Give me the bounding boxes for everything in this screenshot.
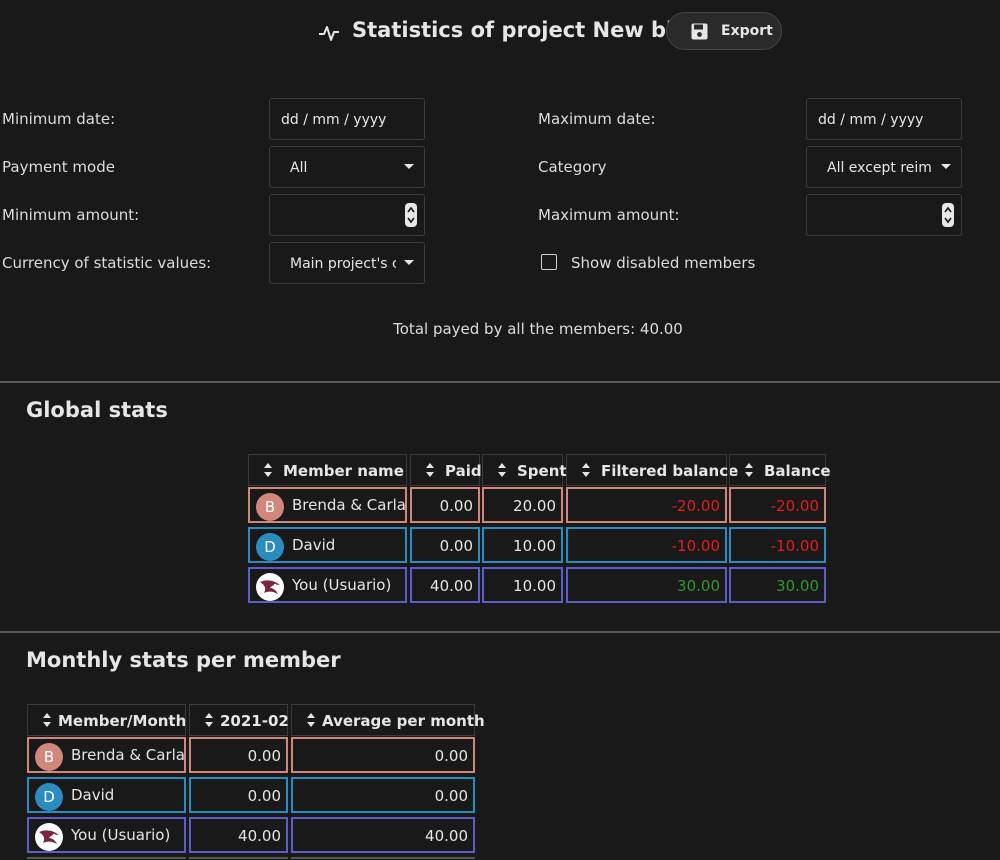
filtered-balance-cell: 30.00 xyxy=(566,567,727,603)
chevron-down-icon xyxy=(404,260,414,265)
average-cell: 0.00 xyxy=(291,737,475,773)
col-filtered-balance[interactable]: Filtered balance xyxy=(566,454,738,486)
member-name: You (Usuario) xyxy=(292,576,392,594)
member-name: You (Usuario) xyxy=(71,826,171,844)
sort-icon xyxy=(43,713,51,727)
col-label: Spent xyxy=(517,462,567,480)
col-label: Balance xyxy=(764,462,831,480)
spent-cell: 10.00 xyxy=(482,527,563,563)
sort-icon xyxy=(264,463,272,477)
chevron-down-icon xyxy=(941,164,951,169)
table-row-member: You (Usuario) xyxy=(248,567,407,603)
avatar: D xyxy=(35,783,63,811)
col-spent[interactable]: Spent xyxy=(482,454,567,486)
payment-mode-value: All xyxy=(290,160,308,176)
eagle-avatar-icon xyxy=(256,573,284,601)
month-cell: 0.00 xyxy=(189,777,288,813)
average-cell: 40.00 xyxy=(291,817,475,853)
sort-icon xyxy=(582,463,590,477)
col-member-name[interactable]: Member name xyxy=(248,454,407,486)
col-label: Paid xyxy=(445,462,482,480)
balance-cell: -20.00 xyxy=(729,487,826,523)
sort-icon xyxy=(205,713,213,727)
currency-select[interactable]: Main project's currency xyxy=(269,242,425,284)
col-average-per-month[interactable]: Average per month xyxy=(291,704,485,736)
balance-cell: 30.00 xyxy=(729,567,826,603)
divider xyxy=(0,381,1000,383)
table-row-member: D David xyxy=(27,777,186,813)
max-date-value: dd / mm / yyyy xyxy=(818,112,924,128)
divider xyxy=(0,631,1000,633)
filtered-balance-cell: -20.00 xyxy=(566,487,727,523)
col-label: 2021-02 xyxy=(220,712,289,730)
max-amount-input[interactable] xyxy=(806,194,962,236)
average-cell: 0.00 xyxy=(291,777,475,813)
member-name: Brenda & Carla xyxy=(292,496,407,514)
chevron-down-icon xyxy=(404,164,414,169)
col-balance[interactable]: Balance xyxy=(729,454,831,486)
payment-mode-label: Payment mode xyxy=(2,158,115,176)
spent-cell: 20.00 xyxy=(482,487,563,523)
monthly-stats-title: Monthly stats per member xyxy=(26,648,341,672)
currency-label: Currency of statistic values: xyxy=(2,254,212,272)
min-amount-input[interactable] xyxy=(269,194,425,236)
pulse-icon xyxy=(319,26,339,41)
sort-icon xyxy=(307,713,315,727)
month-cell: 40.00 xyxy=(189,817,288,853)
max-date-label: Maximum date: xyxy=(538,110,656,128)
min-amount-label: Minimum amount: xyxy=(2,206,140,224)
col-member-month[interactable]: Member/Month xyxy=(27,704,186,736)
table-row-member: D David xyxy=(248,527,407,563)
total-payed: Total payed by all the members: 40.00 xyxy=(393,320,683,338)
currency-value: Main project's currency xyxy=(290,256,396,272)
show-disabled-label[interactable]: Show disabled members xyxy=(571,254,755,272)
table-row-member: You (Usuario) xyxy=(27,817,186,853)
export-label: Export xyxy=(721,23,773,39)
max-date-input[interactable]: dd / mm / yyyy xyxy=(806,98,962,140)
month-cell: 0.00 xyxy=(189,737,288,773)
col-label: Member name xyxy=(283,462,404,480)
title-row: Statistics of project New bill Export xyxy=(0,12,1000,52)
col-paid[interactable]: Paid xyxy=(410,454,482,486)
sort-icon xyxy=(426,463,434,477)
col-label: Average per month xyxy=(322,712,485,730)
payment-mode-select[interactable]: All xyxy=(269,146,425,188)
export-button[interactable]: Export xyxy=(666,12,782,50)
member-name: Brenda & Carla xyxy=(71,746,186,764)
page-title: Statistics of project New bill xyxy=(352,18,688,42)
balance-cell: -10.00 xyxy=(729,527,826,563)
avatar: B xyxy=(256,493,284,521)
col-label: Member/Month xyxy=(58,712,187,730)
global-stats-title: Global stats xyxy=(26,398,168,422)
min-date-label: Minimum date: xyxy=(2,110,116,128)
category-select[interactable]: All except reimb xyxy=(806,146,962,188)
paid-cell: 40.00 xyxy=(410,567,480,603)
min-date-value: dd / mm / yyyy xyxy=(281,112,387,128)
max-amount-label: Maximum amount: xyxy=(538,206,680,224)
show-disabled-checkbox[interactable] xyxy=(541,254,557,270)
save-icon xyxy=(691,23,708,40)
paid-cell: 0.00 xyxy=(410,487,480,523)
member-name: David xyxy=(71,786,115,804)
sort-icon xyxy=(498,463,506,477)
spinner-icon[interactable] xyxy=(942,203,954,227)
member-name: David xyxy=(292,536,336,554)
col-month-2021-02[interactable]: 2021-02 xyxy=(189,704,289,736)
min-date-input[interactable]: dd / mm / yyyy xyxy=(269,98,425,140)
table-row-member: B Brenda & Carla xyxy=(27,737,186,773)
spinner-icon[interactable] xyxy=(405,203,417,227)
filtered-balance-cell: -10.00 xyxy=(566,527,727,563)
spent-cell: 10.00 xyxy=(482,567,563,603)
category-label: Category xyxy=(538,158,607,176)
table-row-member: B Brenda & Carla xyxy=(248,487,407,523)
category-value: All except reimb xyxy=(827,160,933,176)
col-label: Filtered balance xyxy=(601,462,739,480)
eagle-avatar-icon xyxy=(35,823,63,851)
avatar: B xyxy=(35,743,63,771)
sort-icon xyxy=(745,463,753,477)
avatar: D xyxy=(256,533,284,561)
paid-cell: 0.00 xyxy=(410,527,480,563)
